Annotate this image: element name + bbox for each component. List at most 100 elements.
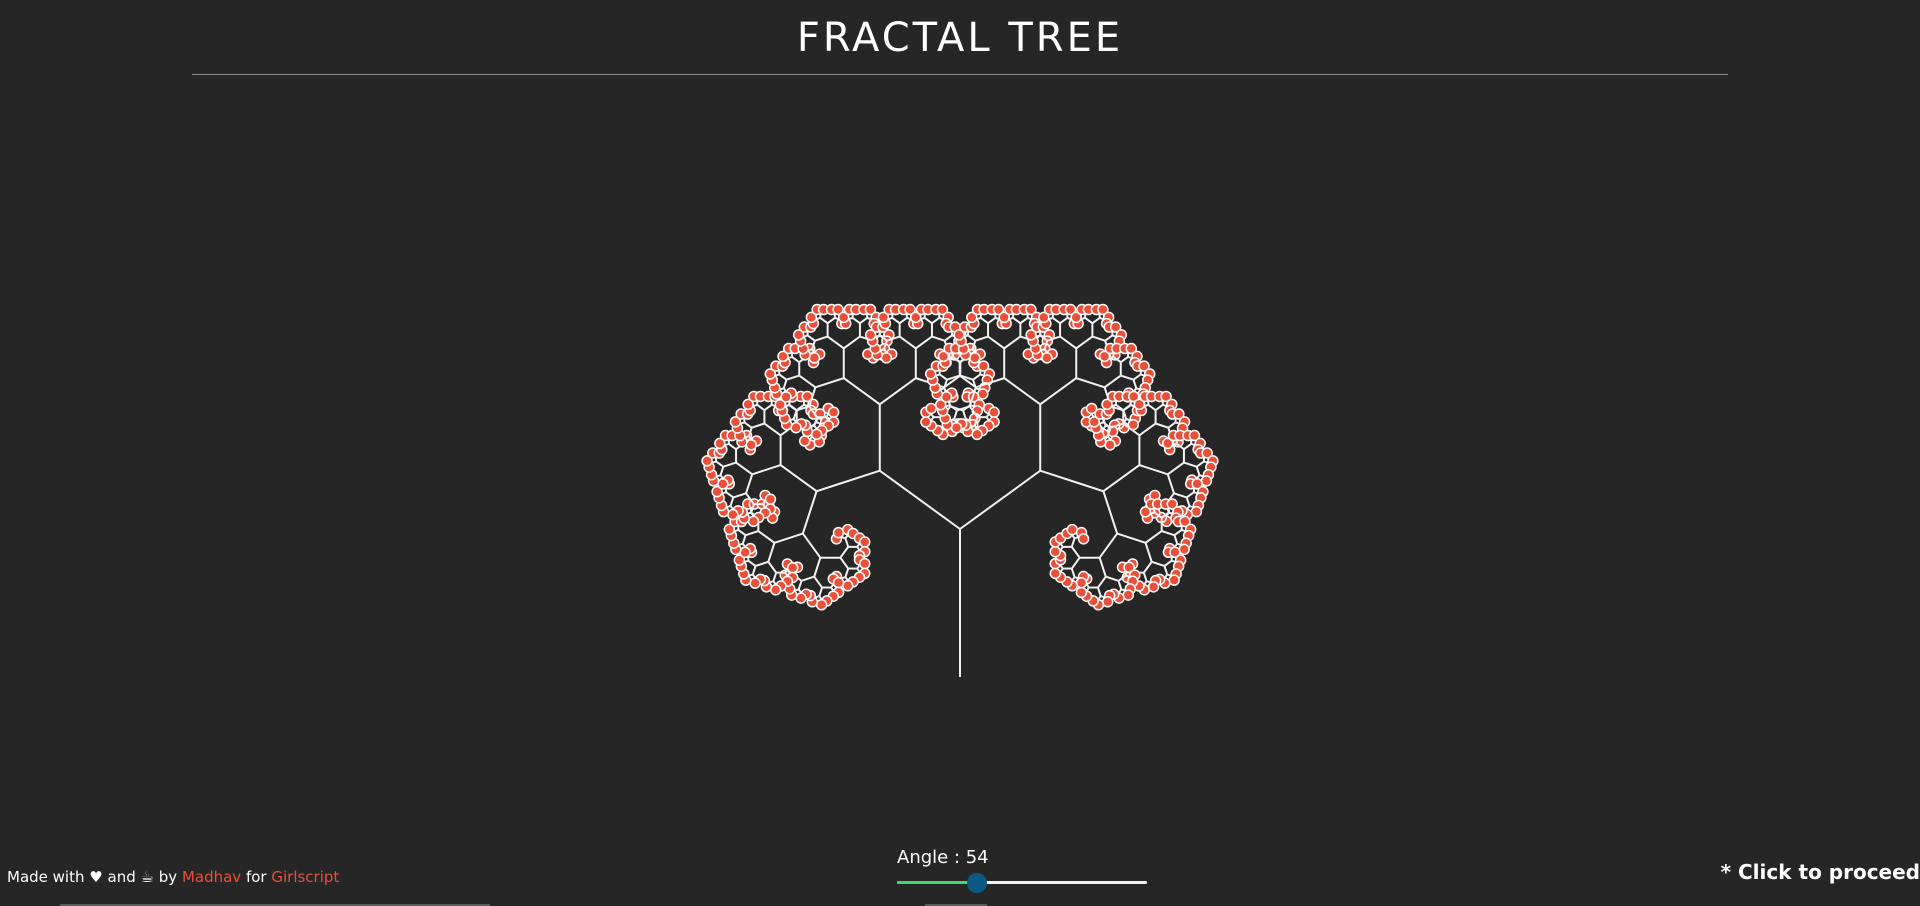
- tree-leaf: [786, 562, 799, 574]
- tree-leaf: [950, 421, 963, 434]
- tree-branch: [1012, 317, 1021, 324]
- angle-slider[interactable]: [897, 872, 1147, 893]
- author-link[interactable]: Madhav: [182, 868, 241, 886]
- slider-thumb[interactable]: [967, 873, 987, 893]
- tree-branch: [774, 532, 804, 544]
- tree-branch: [813, 576, 823, 589]
- tree-branch: [899, 317, 908, 324]
- tree-branch: [1105, 575, 1119, 582]
- tree-branch: [733, 492, 747, 499]
- tree-branch: [745, 530, 759, 537]
- tree-branch: [1039, 469, 1104, 493]
- tree-branch: [1098, 557, 1107, 578]
- tree-branch: [1120, 356, 1129, 364]
- tree-branch: [1102, 490, 1119, 534]
- tree-branch: [725, 491, 734, 499]
- tree-branch: [751, 422, 765, 429]
- angle-label-text: Angle :: [897, 847, 966, 868]
- tree-branch: [801, 490, 818, 534]
- tree-leaf: [745, 439, 757, 451]
- tree-branch: [879, 377, 917, 406]
- tree-branch: [962, 410, 967, 420]
- tree-branch: [1185, 497, 1191, 507]
- tree-branch: [1097, 576, 1107, 589]
- tree-leaf: [971, 428, 983, 441]
- angle-control: Angle : 54: [897, 846, 1149, 893]
- tree-branch: [1144, 542, 1153, 563]
- tree-branch: [807, 334, 816, 342]
- tree-branch: [1144, 530, 1163, 544]
- tree-branch: [1096, 587, 1102, 597]
- tree-leaf: [808, 352, 821, 364]
- tree-leaf: [739, 546, 751, 559]
- tree-leaf: [1122, 589, 1135, 601]
- tree-branch: [1132, 379, 1138, 389]
- tree-branch: [751, 464, 781, 476]
- tree-branch: [980, 317, 989, 324]
- footer-credit: Made with ♥ and ☕ by Madhav for Girlscri…: [7, 868, 339, 886]
- tree-branch: [1173, 534, 1179, 545]
- tree-branch: [953, 410, 958, 420]
- tree-leaf: [769, 584, 782, 596]
- tree-leaf: [727, 508, 739, 521]
- tree-branch: [1167, 461, 1185, 476]
- tree-branch: [801, 575, 815, 582]
- heart-icon: ♥: [89, 868, 103, 886]
- tree-branch: [915, 335, 933, 350]
- angle-value: 54: [965, 847, 989, 868]
- tree-canvas[interactable]: [0, 0, 1920, 906]
- tree-branch: [737, 529, 747, 536]
- tree-branch: [1151, 560, 1165, 567]
- tree-branch: [843, 335, 861, 350]
- tree-branch: [899, 335, 917, 350]
- tree-branch: [827, 335, 845, 350]
- tree-branch: [939, 373, 948, 381]
- tree-leaf: [880, 352, 893, 364]
- tree-branch: [1166, 473, 1175, 494]
- tree-branch: [1092, 335, 1106, 342]
- tree-leaf: [858, 557, 871, 570]
- tree-leaf: [790, 421, 802, 434]
- tree-branch: [879, 469, 961, 530]
- tree-branch: [778, 373, 788, 381]
- tree-branch: [943, 379, 948, 389]
- tree-branch: [1139, 464, 1169, 476]
- tree-branch: [975, 335, 989, 342]
- tree-leaf: [1075, 577, 1088, 589]
- click-to-proceed-hint[interactable]: * Click to proceed: [1721, 860, 1920, 884]
- tree-branch: [859, 317, 868, 324]
- tree-branch: [987, 335, 1005, 350]
- tree-branch: [723, 461, 737, 468]
- coffee-icon: ☕: [140, 868, 154, 886]
- tree-branch: [931, 317, 940, 324]
- tree-branch: [1075, 335, 1093, 350]
- tree-branch: [1183, 443, 1192, 450]
- tree-branch: [813, 557, 822, 578]
- tree-branch: [728, 443, 737, 450]
- tree-branch: [791, 356, 800, 364]
- tree-branch: [755, 560, 769, 567]
- tree-branch: [735, 461, 753, 476]
- tree-branch: [839, 557, 850, 570]
- tree-branch: [852, 317, 861, 324]
- tree-branch: [972, 373, 981, 381]
- tree-branch: [1196, 460, 1205, 468]
- tree-branch: [1186, 491, 1195, 499]
- tree-leaf: [1101, 596, 1114, 608]
- tree-leaf: [815, 599, 828, 611]
- tree-leaf: [832, 576, 845, 589]
- tree-branch: [767, 561, 777, 574]
- tree-branch: [839, 546, 850, 559]
- tree-branch: [1147, 404, 1157, 411]
- tree-branch: [1104, 334, 1113, 342]
- tree-branch: [1091, 317, 1101, 324]
- tree-branch: [786, 374, 800, 381]
- tree-branch: [1059, 317, 1068, 324]
- tree-leaf: [795, 592, 807, 604]
- tree-leaf: [988, 406, 1000, 419]
- tree-branch: [1195, 466, 1201, 476]
- for-text: for: [245, 868, 267, 886]
- org-link[interactable]: Girlscript: [271, 868, 339, 886]
- tree-branch: [756, 404, 766, 411]
- tree-leaf: [810, 428, 823, 441]
